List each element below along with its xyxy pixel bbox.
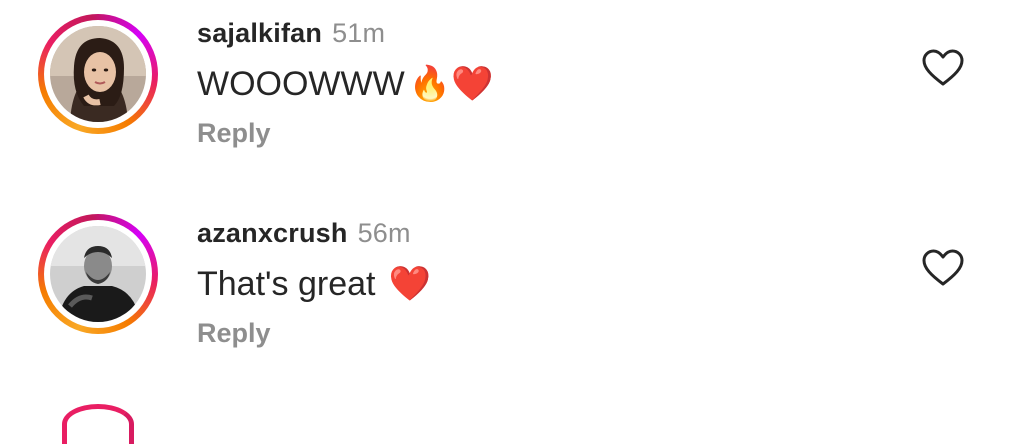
avatar-image [50,26,146,122]
comment-username[interactable]: azanxcrush [197,218,348,248]
avatar[interactable] [50,26,146,122]
comment-emojis: 🔥❤️ [408,65,494,103]
comment-item: azanxcrush 56m That's great ❤️ Reply [0,200,1024,390]
comment-header: sajalkifan 51m [197,18,385,49]
reply-button[interactable]: Reply [197,318,271,349]
avatar-story-ring[interactable] [38,14,158,134]
avatar-ring-gap [44,220,152,328]
avatar[interactable] [50,226,146,322]
comment-time: 51m [332,18,386,48]
comment-emojis: ❤️ [388,265,432,303]
avatar-story-ring[interactable] [38,214,158,334]
comment-item: sajalkifan 51m WOOOWWW 🔥❤️ Reply [0,0,1024,190]
comment-username[interactable]: sajalkifan [197,18,322,48]
heart-outline-icon [922,49,964,86]
comment-text: That's great ❤️ [197,264,431,304]
comment-body: WOOOWWW [197,64,405,103]
avatar-ring-gap [44,20,152,128]
next-avatar-story-ring[interactable] [62,404,134,444]
reply-button[interactable]: Reply [197,118,271,149]
comment-header: azanxcrush 56m [197,218,411,249]
like-button[interactable] [921,248,965,288]
comment-text: WOOOWWW 🔥❤️ [197,64,493,104]
avatar-image [50,226,146,322]
comment-time: 56m [357,218,411,248]
like-button[interactable] [921,48,965,88]
comment-body: That's great [197,264,385,303]
heart-outline-icon [922,249,964,286]
